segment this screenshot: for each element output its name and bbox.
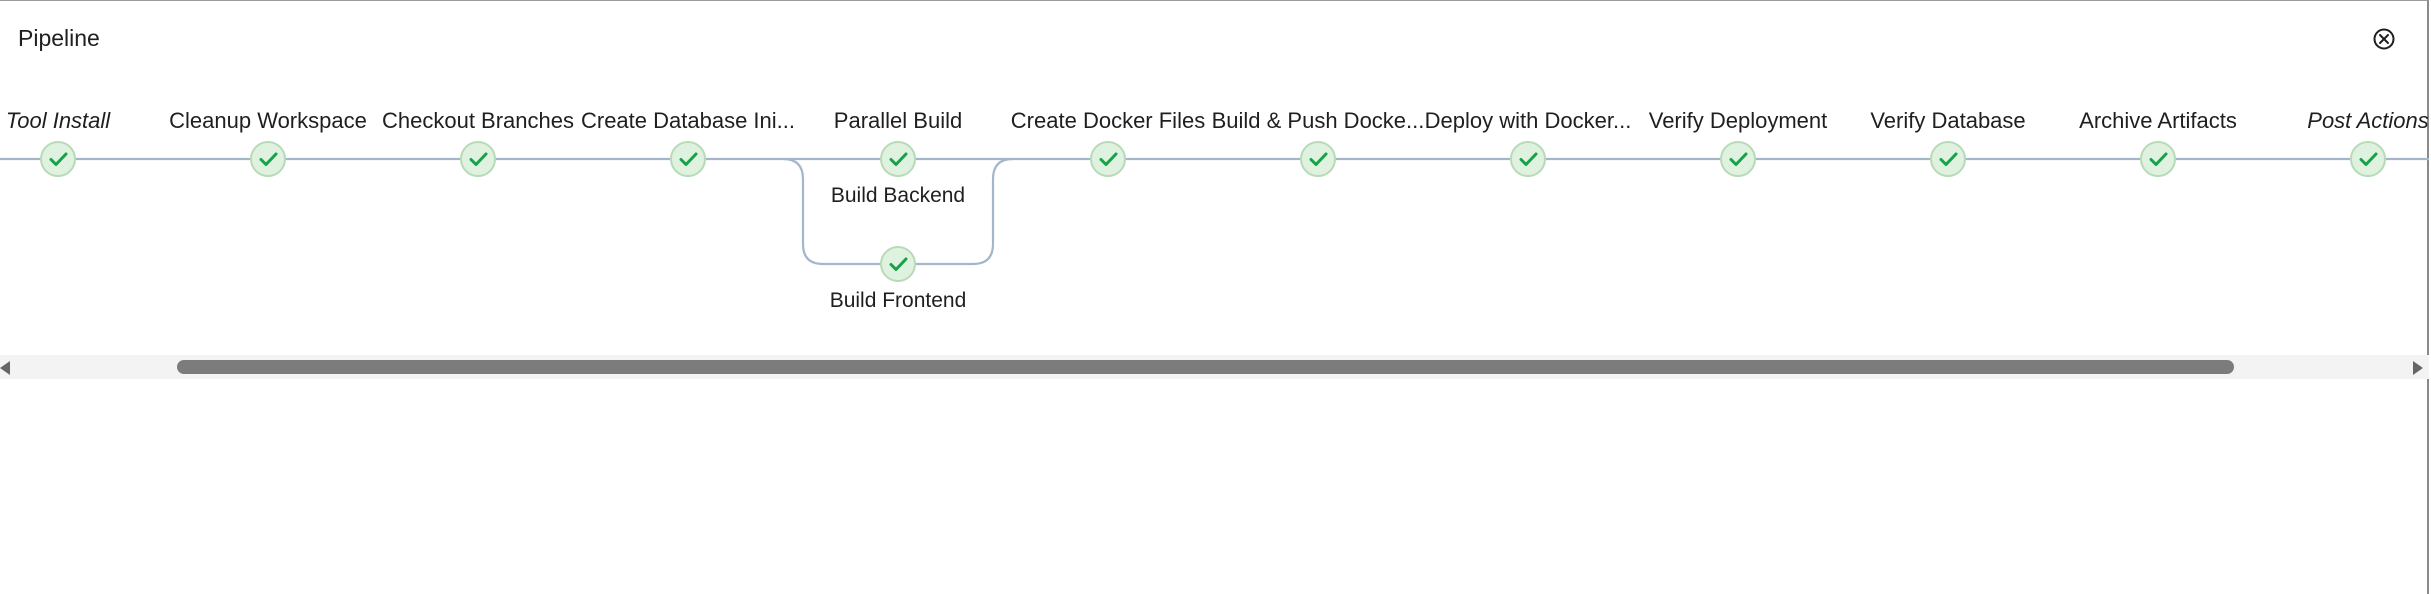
stage-label[interactable]: Parallel Build — [834, 108, 962, 133]
pipeline-graph: Tool Install Cleanup Workspace Checkout Br… — [0, 108, 2429, 312]
stage-node[interactable] — [1720, 141, 1756, 177]
stage-status-circle — [880, 141, 916, 177]
stage-label[interactable]: Deploy with Docker... — [1425, 108, 1632, 133]
stage-node[interactable] — [1090, 141, 1126, 177]
stage-label[interactable]: Verify Deployment — [1649, 108, 1828, 133]
stage-status-circle — [2350, 141, 2386, 177]
stage-node[interactable] — [1300, 141, 1336, 177]
stage-node[interactable] — [2350, 141, 2386, 177]
stage-label[interactable]: Cleanup Workspace — [169, 108, 367, 133]
stage-connectors — [0, 157, 2429, 266]
stage-status-circle — [40, 141, 76, 177]
scrollbar-thumb[interactable] — [177, 360, 2234, 374]
stage-label[interactable]: Create Docker Files — [1011, 108, 1205, 133]
branch-label[interactable]: Build Backend — [831, 184, 965, 207]
stage-label[interactable]: Verify Database — [1870, 108, 2025, 133]
branch-node[interactable] — [880, 246, 916, 282]
scroll-left-arrow-icon[interactable] — [0, 361, 10, 375]
branch-label[interactable]: Build Frontend — [830, 289, 967, 312]
stage-label[interactable]: Build & Push Docke... — [1212, 108, 1425, 133]
stage-label[interactable]: Checkout Branches — [382, 108, 574, 133]
horizontal-scrollbar[interactable] — [0, 355, 2429, 379]
stage-nodes: Tool Install Cleanup Workspace Checkout Br… — [6, 108, 2429, 312]
stage-status-circle — [2140, 141, 2176, 177]
stage-node[interactable] — [250, 141, 286, 177]
stage-label[interactable]: Archive Artifacts — [2079, 108, 2237, 133]
stage-label[interactable]: Post Actions — [2307, 108, 2428, 133]
stage-node[interactable] — [2140, 141, 2176, 177]
stage-status-circle — [670, 141, 706, 177]
pipeline-panel: Pipeline Tool Install Cleanup Workspace Ch… — [0, 0, 2429, 594]
stage-status-circle — [880, 246, 916, 282]
stage-node[interactable] — [460, 141, 496, 177]
stage-node[interactable] — [880, 141, 916, 177]
stage-status-circle — [1300, 141, 1336, 177]
stage-node[interactable] — [40, 141, 76, 177]
stage-status-circle — [460, 141, 496, 177]
stage-node[interactable] — [1930, 141, 1966, 177]
stage-label[interactable]: Tool Install — [6, 108, 111, 133]
stage-status-circle — [1720, 141, 1756, 177]
stage-status-circle — [1930, 141, 1966, 177]
scroll-right-arrow-icon[interactable] — [2413, 361, 2423, 375]
stage-status-circle — [1090, 141, 1126, 177]
stage-label[interactable]: Create Database Ini... — [581, 108, 795, 133]
stage-node[interactable] — [1510, 141, 1546, 177]
stage-node[interactable] — [670, 141, 706, 177]
stage-status-circle — [250, 141, 286, 177]
stage-status-circle — [1510, 141, 1546, 177]
